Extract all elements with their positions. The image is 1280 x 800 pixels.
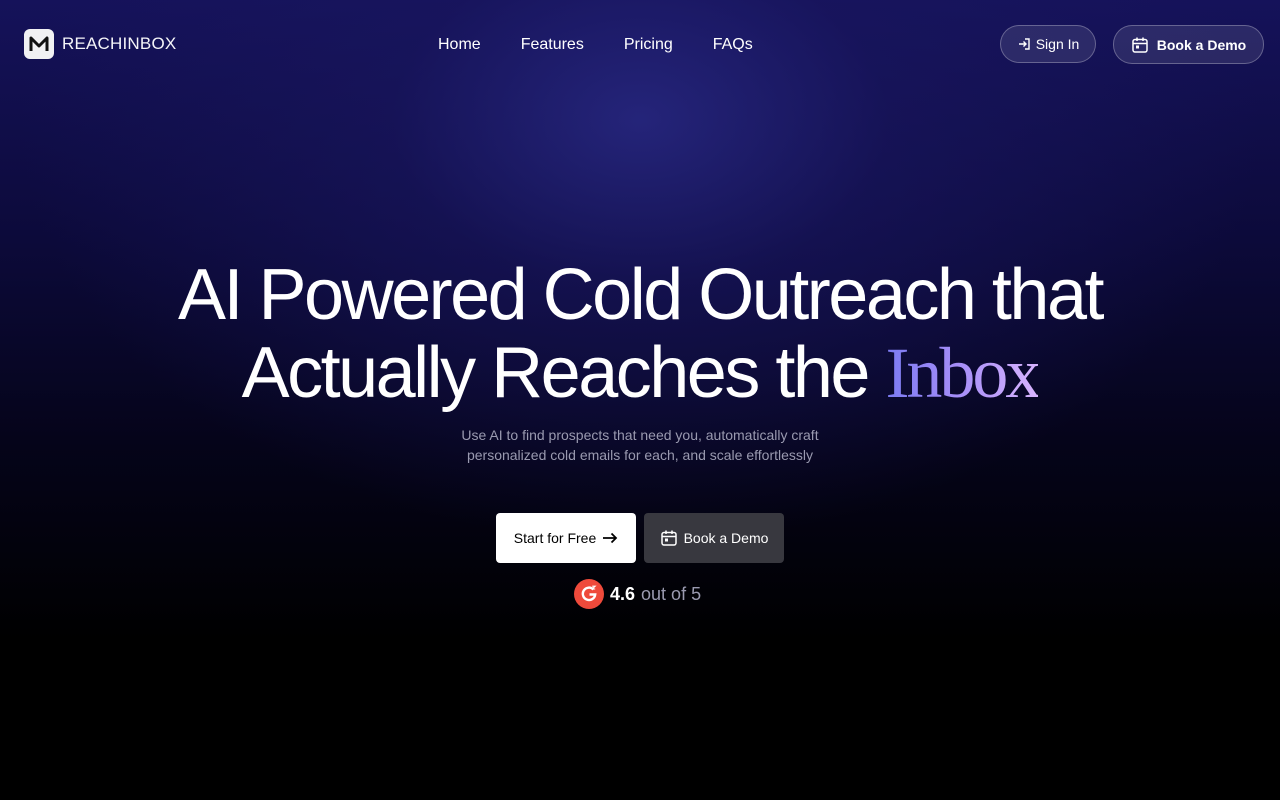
sign-in-button[interactable]: Sign In — [1000, 25, 1096, 63]
hero-title: AI Powered Cold Outreach that Actually R… — [0, 256, 1280, 412]
book-demo-hero-label: Book a Demo — [683, 530, 769, 546]
logo-mark-icon — [24, 29, 54, 59]
site-header: REACHINBOX Home Features Pricing FAQs Si… — [0, 0, 1280, 90]
g2-rating: 4.6 out of 5 — [574, 579, 701, 609]
hero-subtitle: Use AI to find prospects that need you, … — [0, 425, 1280, 465]
brand-name: REACHINBOX — [62, 34, 177, 53]
calendar-icon — [1132, 37, 1148, 53]
brand-logo[interactable]: REACHINBOX — [24, 29, 176, 59]
hero-subtitle-line-1: Use AI to find prospects that need you, … — [461, 427, 819, 443]
hero-subtitle-line-2: personalized cold emails for each, and s… — [466, 447, 814, 463]
start-for-free-button[interactable]: Start for Free — [496, 513, 636, 563]
sign-in-label: Sign In — [1035, 36, 1080, 52]
book-demo-header-label: Book a Demo — [1156, 36, 1247, 53]
book-demo-header-button[interactable]: Book a Demo — [1113, 25, 1264, 64]
hero-title-line-2: Actually Reaches the Inbox — [0, 334, 1280, 412]
nav-pricing[interactable]: Pricing — [624, 34, 673, 56]
main-nav: Home Features Pricing FAQs — [438, 34, 753, 56]
arrow-right-icon — [603, 532, 618, 544]
rating-suffix: out of 5 — [641, 583, 702, 604]
rating-value: 4.6 — [610, 583, 636, 604]
book-demo-hero-button[interactable]: Book a Demo — [644, 513, 784, 563]
nav-features[interactable]: Features — [521, 34, 584, 56]
hero-title-line-2-prefix: Actually Reaches the — [241, 333, 886, 413]
login-icon — [1018, 38, 1030, 50]
hero-title-line-1: AI Powered Cold Outreach that — [177, 255, 1105, 335]
nav-faqs[interactable]: FAQs — [713, 34, 753, 56]
nav-home[interactable]: Home — [438, 34, 481, 56]
landing-page: REACHINBOX Home Features Pricing FAQs Si… — [0, 0, 1280, 800]
start-for-free-label: Start for Free — [513, 530, 597, 546]
calendar-icon — [660, 530, 677, 546]
hero-title-accent: Inbox — [885, 333, 1041, 413]
g2-logo-icon — [574, 579, 604, 609]
